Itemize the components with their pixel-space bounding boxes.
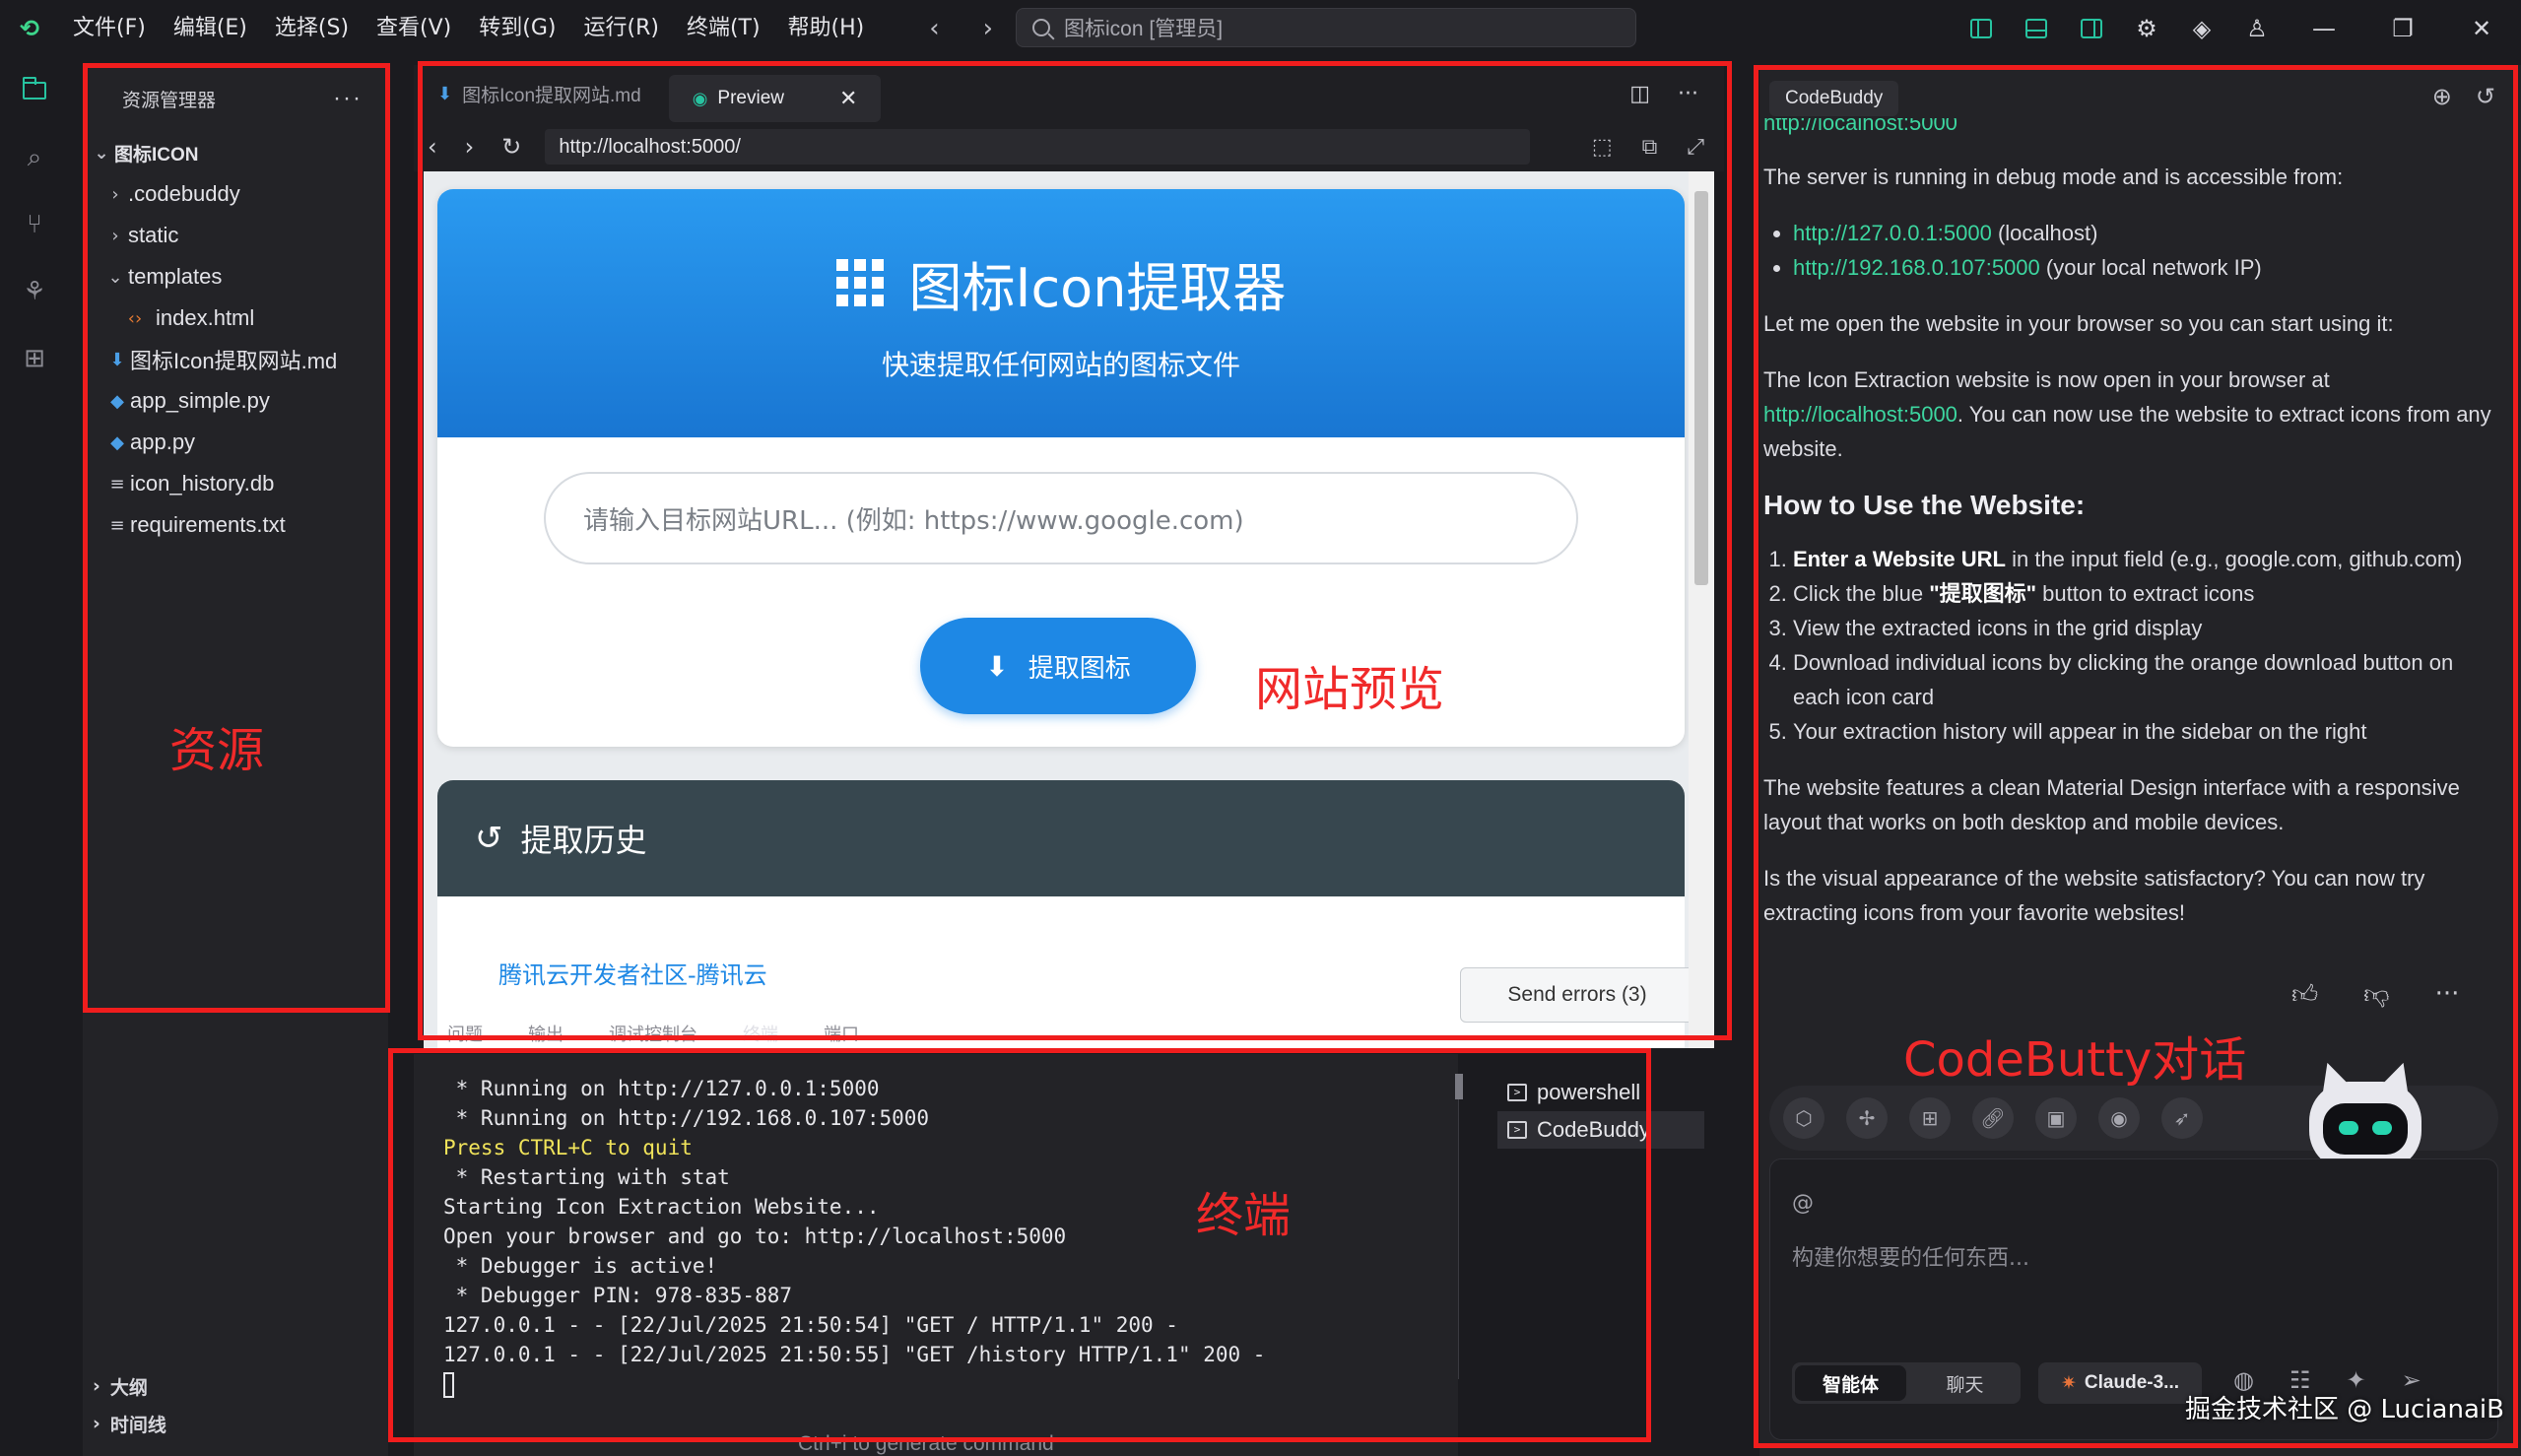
- toggle-panel-icon[interactable]: [2009, 0, 2064, 57]
- search-view-icon[interactable]: ⌕: [0, 124, 69, 191]
- menu-selection[interactable]: 选择(S): [261, 0, 363, 57]
- annotation-box-codebuddy: [1754, 65, 2518, 1448]
- close-window-icon[interactable]: ✕: [2442, 0, 2521, 57]
- source-control-icon[interactable]: ⑂: [0, 191, 69, 258]
- annotation-label-terminal: 终端: [1196, 1188, 1292, 1243]
- explorer-icon[interactable]: [0, 57, 69, 124]
- menu-bar: 文件(F) 编辑(E) 选择(S) 查看(V) 转到(G) 运行(R) 终端(T…: [59, 0, 878, 57]
- title-bar: ⟲ 文件(F) 编辑(E) 选择(S) 查看(V) 转到(G) 运行(R) 终端…: [0, 0, 2521, 57]
- activity-bar: ⌕ ⑂ ⚘ ⊞: [0, 57, 69, 1456]
- menu-file[interactable]: 文件(F): [59, 0, 160, 57]
- debug-icon[interactable]: ⚘: [0, 258, 69, 325]
- copilot-icon[interactable]: ◈: [2174, 0, 2229, 57]
- menu-view[interactable]: 查看(V): [363, 0, 465, 57]
- timeline-label: 时间线: [109, 1415, 166, 1436]
- menu-help[interactable]: 帮助(H): [774, 0, 879, 57]
- command-search-text: 图标icon [管理员]: [1064, 18, 1224, 40]
- menu-terminal[interactable]: 终端(T): [673, 0, 774, 57]
- explorer-lower: › 大纲 › 时间线: [83, 1011, 388, 1456]
- menu-run[interactable]: 运行(R): [569, 0, 672, 57]
- annotation-box-resources: [83, 63, 390, 1013]
- search-icon: [1032, 19, 1050, 36]
- annotation-label-codebuddy: CodeButty对话: [1903, 1032, 2247, 1088]
- annotation-label-resources: 资源: [169, 723, 265, 778]
- command-search[interactable]: 图标icon [管理员]: [1016, 8, 1636, 47]
- settings-gear-icon[interactable]: ⚙: [2119, 0, 2174, 57]
- outline-section[interactable]: › 大纲: [83, 1367, 148, 1405]
- extensions-icon[interactable]: ⊞: [0, 325, 69, 392]
- timeline-section[interactable]: › 时间线: [83, 1405, 166, 1442]
- toggle-primary-sidebar-icon[interactable]: [1954, 0, 2009, 57]
- menu-edit[interactable]: 编辑(E): [160, 0, 261, 57]
- chevron-right-icon: ›: [93, 1413, 100, 1434]
- annotation-box-terminal: [388, 1048, 1651, 1442]
- outline-label: 大纲: [109, 1377, 148, 1399]
- app-logo-icon: ⟲: [19, 15, 40, 42]
- toggle-secondary-sidebar-icon[interactable]: [2064, 0, 2119, 57]
- restore-icon[interactable]: ❐: [2363, 0, 2442, 57]
- annotation-box-preview: [418, 61, 1732, 1040]
- annotation-label-preview: 网站预览: [1255, 662, 1445, 717]
- account-icon[interactable]: ♙: [2229, 0, 2285, 57]
- title-actions: ⚙ ◈ ♙ — ❐ ✕: [1954, 0, 2521, 57]
- menu-go[interactable]: 转到(G): [465, 0, 569, 57]
- chevron-right-icon: ›: [93, 1375, 100, 1397]
- minimize-icon[interactable]: —: [2285, 0, 2363, 57]
- nav-back-icon[interactable]: ‹: [907, 0, 961, 57]
- nav-forward-icon[interactable]: ›: [962, 0, 1015, 57]
